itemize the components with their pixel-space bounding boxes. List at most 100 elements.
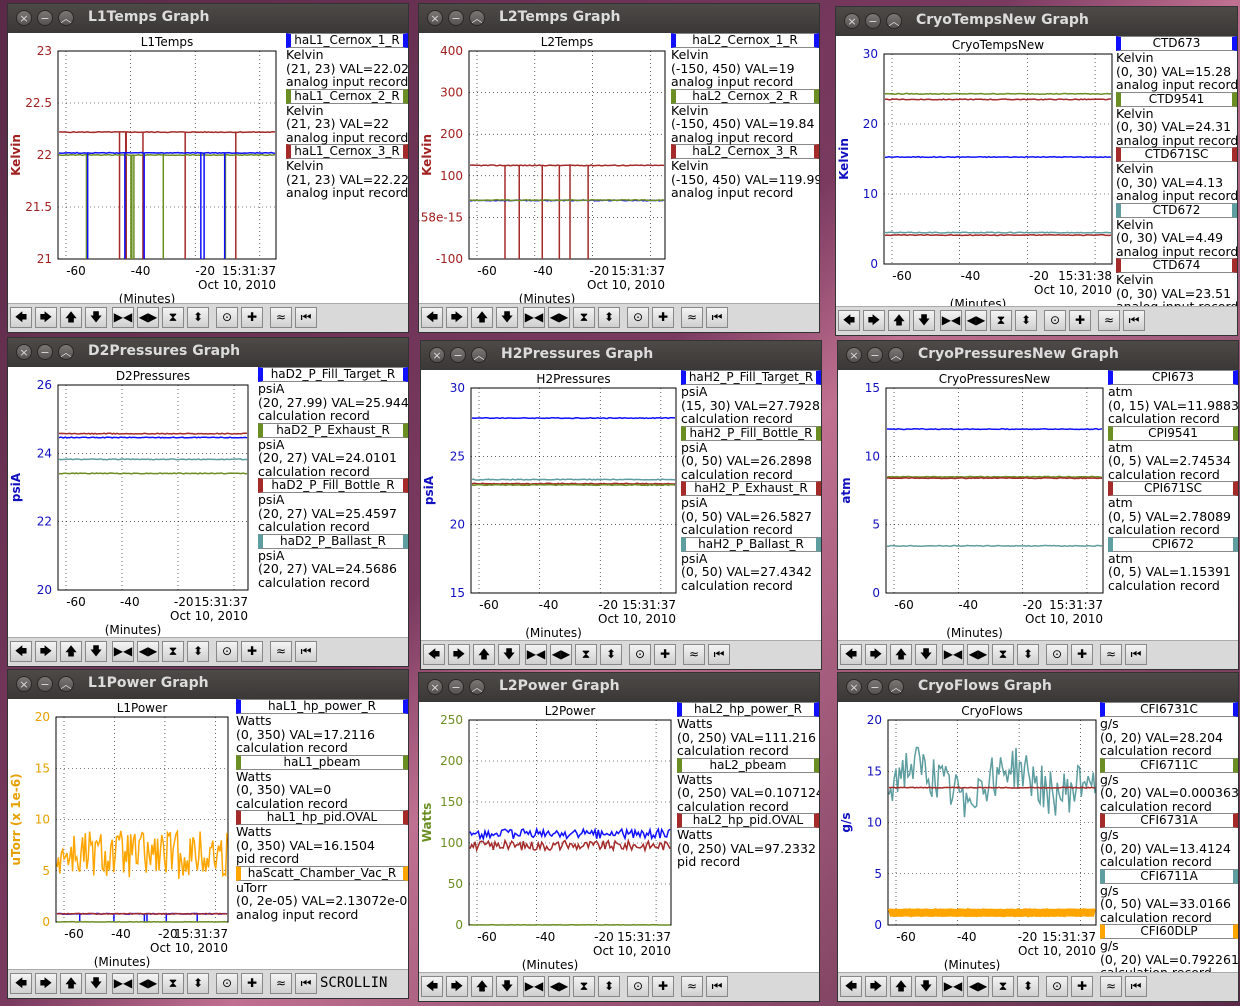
maximize-icon[interactable]: ︿ [58, 676, 74, 692]
autoscale-icon[interactable]: ≈ [270, 973, 292, 994]
expand-vertical-icon[interactable]: ⬍ [187, 973, 209, 994]
title-bar[interactable]: × − ︿ L2Power Graph [419, 673, 819, 702]
arrow-right-icon[interactable]: 🡆 [446, 307, 468, 328]
rewind-icon[interactable]: ⏮ [295, 307, 317, 328]
minimize-icon[interactable]: − [448, 10, 464, 26]
legend-series-name[interactable]: CTD673 [1116, 36, 1237, 51]
arrow-down-icon[interactable]: 🡇 [85, 307, 107, 328]
legend-series-name[interactable]: haL1_pbeam [236, 754, 408, 770]
arrow-up-icon[interactable]: 🡅 [471, 307, 493, 328]
legend-series-name[interactable]: haL1_hp_power_R [236, 699, 408, 714]
legend-series-name[interactable]: haL1_Cernox_1_R [286, 33, 408, 48]
rewind-icon[interactable]: ⏮ [708, 644, 730, 665]
close-icon[interactable]: × [16, 10, 32, 26]
expand-horizontal-icon[interactable]: ◀▶ [550, 644, 572, 665]
shrink-vertical-icon[interactable]: ⧗ [162, 641, 184, 662]
minimize-icon[interactable]: − [865, 13, 881, 29]
legend-series-name[interactable]: CTD671SC [1116, 147, 1237, 162]
autoscale-icon[interactable]: ≈ [683, 644, 705, 665]
arrow-right-icon[interactable]: 🡆 [35, 973, 57, 994]
expand-horizontal-icon[interactable]: ◀▶ [548, 307, 570, 328]
expand-horizontal-icon[interactable]: ◀▶ [548, 976, 570, 997]
arrow-up-icon[interactable]: 🡅 [471, 976, 493, 997]
expand-vertical-icon[interactable]: ⬍ [598, 307, 620, 328]
expand-horizontal-icon[interactable]: ◀▶ [967, 976, 989, 997]
legend-series-name[interactable]: haH2_P_Fill_Target_R [681, 370, 821, 385]
title-bar[interactable]: × − ︿ CryoFlows Graph [838, 673, 1238, 702]
legend-series-name[interactable]: haL2_hp_power_R [677, 702, 819, 717]
legend-series-name[interactable]: haL1_Cernox_3_R [286, 144, 408, 159]
maximize-icon[interactable]: ︿ [471, 347, 487, 363]
rewind-icon[interactable]: ⏮ [1125, 644, 1147, 665]
expand-horizontal-icon[interactable]: ◀▶ [967, 644, 989, 665]
shrink-vertical-icon[interactable]: ⧗ [162, 973, 184, 994]
arrow-left-icon[interactable]: 🡄 [10, 641, 32, 662]
shrink-horizontal-icon[interactable]: ▶◀ [112, 307, 134, 328]
legend-series-name[interactable]: haD2_P_Fill_Bottle_R [258, 478, 408, 493]
shrink-vertical-icon[interactable]: ⧗ [992, 976, 1014, 997]
shrink-horizontal-icon[interactable]: ▶◀ [940, 310, 962, 331]
arrow-right-icon[interactable]: 🡆 [865, 976, 887, 997]
close-icon[interactable]: × [16, 344, 32, 360]
title-bar[interactable]: × − ︿ CryoTempsNew Graph [836, 7, 1237, 36]
shrink-horizontal-icon[interactable]: ▶◀ [942, 976, 964, 997]
circle-icon[interactable]: ⊙ [627, 976, 649, 997]
autoscale-icon[interactable]: ≈ [1100, 644, 1122, 665]
arrow-right-icon[interactable]: 🡆 [35, 307, 57, 328]
maximize-icon[interactable]: ︿ [886, 13, 902, 29]
arrow-right-icon[interactable]: 🡆 [448, 644, 470, 665]
title-bar[interactable]: × − ︿ H2Pressures Graph [421, 341, 821, 370]
expand-horizontal-icon[interactable]: ◀▶ [137, 973, 159, 994]
arrow-down-icon[interactable]: 🡇 [496, 976, 518, 997]
arrow-right-icon[interactable]: 🡆 [863, 310, 885, 331]
shrink-vertical-icon[interactable]: ⧗ [162, 307, 184, 328]
shrink-horizontal-icon[interactable]: ▶◀ [525, 644, 547, 665]
close-icon[interactable]: × [16, 676, 32, 692]
close-icon[interactable]: × [846, 347, 862, 363]
legend-series-name[interactable]: haD2_P_Exhaust_R [258, 422, 408, 438]
arrow-right-icon[interactable]: 🡆 [35, 641, 57, 662]
arrow-left-icon[interactable]: 🡄 [423, 644, 445, 665]
circle-icon[interactable]: ⊙ [216, 973, 238, 994]
legend-series-name[interactable]: CTD674 [1116, 258, 1237, 273]
minimize-icon[interactable]: − [37, 676, 53, 692]
expand-horizontal-icon[interactable]: ◀▶ [965, 310, 987, 331]
arrow-up-icon[interactable]: 🡅 [60, 641, 82, 662]
minimize-icon[interactable]: − [37, 344, 53, 360]
rewind-icon[interactable]: ⏮ [1123, 310, 1145, 331]
legend-series-name[interactable]: haL2_pbeam [677, 757, 819, 773]
close-icon[interactable]: × [427, 10, 443, 26]
arrow-left-icon[interactable]: 🡄 [421, 307, 443, 328]
legend-series-name[interactable]: CTD672 [1116, 202, 1237, 218]
title-bar[interactable]: × − ︿ CryoPressuresNew Graph [838, 341, 1238, 370]
arrow-down-icon[interactable]: 🡇 [85, 973, 107, 994]
expand-vertical-icon[interactable]: ⬍ [1017, 644, 1039, 665]
close-icon[interactable]: × [429, 347, 445, 363]
rewind-icon[interactable]: ⏮ [706, 976, 728, 997]
plus-icon[interactable]: ✚ [652, 307, 674, 328]
expand-vertical-icon[interactable]: ⬍ [187, 641, 209, 662]
minimize-icon[interactable]: − [867, 347, 883, 363]
legend-series-name[interactable]: haScatt_Chamber_Vac_R [236, 865, 408, 881]
legend-series-name[interactable]: haD2_P_Ballast_R [258, 533, 408, 549]
arrow-down-icon[interactable]: 🡇 [913, 310, 935, 331]
expand-horizontal-icon[interactable]: ◀▶ [137, 307, 159, 328]
arrow-down-icon[interactable]: 🡇 [915, 976, 937, 997]
arrow-up-icon[interactable]: 🡅 [60, 307, 82, 328]
maximize-icon[interactable]: ︿ [58, 10, 74, 26]
circle-icon[interactable]: ⊙ [1046, 644, 1068, 665]
expand-vertical-icon[interactable]: ⬍ [1017, 976, 1039, 997]
arrow-left-icon[interactable]: 🡄 [421, 976, 443, 997]
arrow-left-icon[interactable]: 🡄 [838, 310, 860, 331]
arrow-left-icon[interactable]: 🡄 [840, 976, 862, 997]
legend-series-name[interactable]: CFI6731A [1100, 813, 1238, 828]
plus-icon[interactable]: ✚ [241, 973, 263, 994]
maximize-icon[interactable]: ︿ [469, 679, 485, 695]
circle-icon[interactable]: ⊙ [1046, 976, 1068, 997]
legend-series-name[interactable]: haL2_Cernox_1_R [671, 33, 819, 48]
circle-icon[interactable]: ⊙ [627, 307, 649, 328]
legend-series-name[interactable]: CPI673 [1108, 370, 1238, 385]
shrink-vertical-icon[interactable]: ⧗ [573, 976, 595, 997]
arrow-up-icon[interactable]: 🡅 [60, 973, 82, 994]
rewind-icon[interactable]: ⏮ [295, 641, 317, 662]
